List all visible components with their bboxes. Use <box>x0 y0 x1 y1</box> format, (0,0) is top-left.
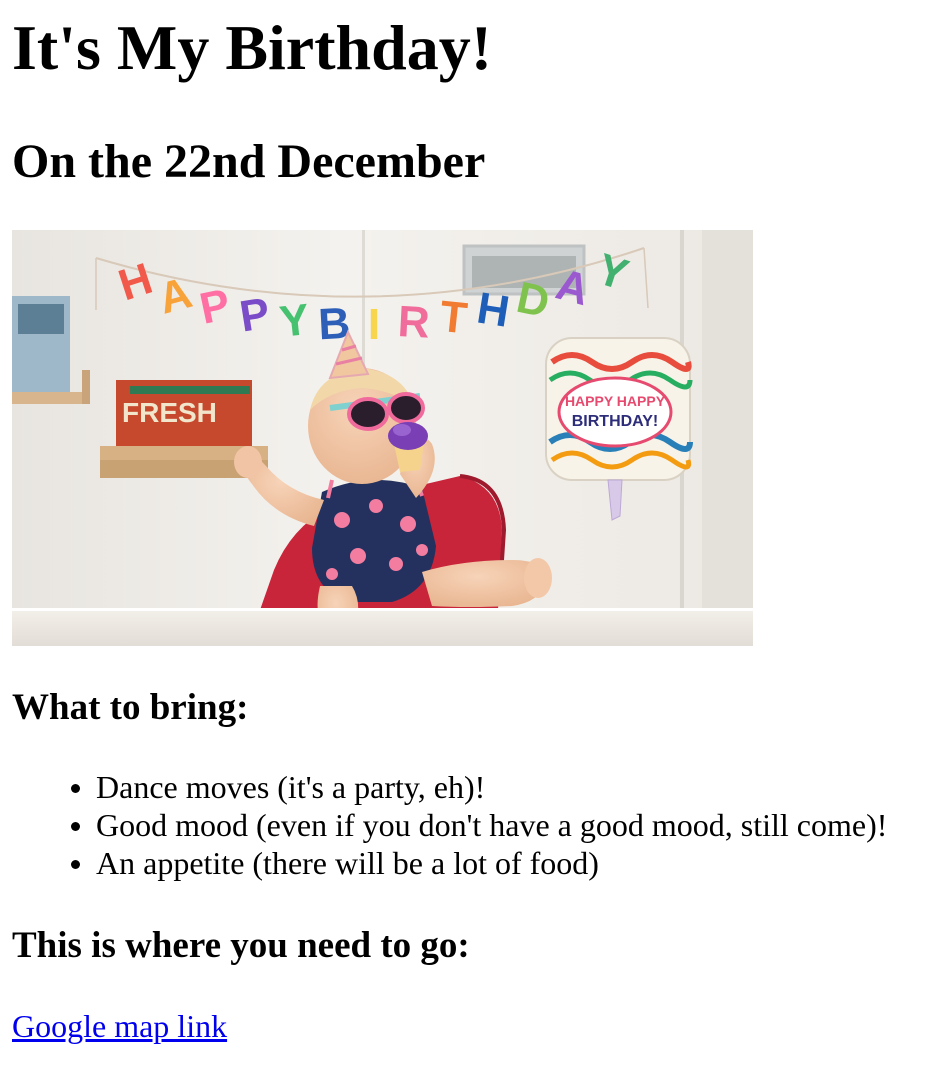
banner-letter: T <box>438 292 470 344</box>
balloon-text-line1: HAPPY HAPPY <box>565 393 666 409</box>
bring-heading: What to bring: <box>12 687 249 728</box>
birthday-page: It's My Birthday! On the 22nd December H… <box>0 0 938 1083</box>
banner-letter: Y <box>277 295 311 347</box>
bring-list: Dance moves (it's a party, eh)! Good moo… <box>12 768 887 882</box>
google-map-link[interactable]: Google map link <box>12 1006 227 1046</box>
balloon-text-line2: BIRTHDAY! <box>572 413 659 430</box>
list-item: An appetite (there will be a lot of food… <box>70 844 887 882</box>
page-subtitle: On the 22nd December <box>12 135 486 188</box>
birthday-photo-illustration: HAP P Y B I R T H DAY FRESH HAPPY HAPPY BIRTH <box>12 230 753 646</box>
list-item: Dance moves (it's a party, eh)! <box>70 768 887 806</box>
banner-letter: R <box>397 297 431 348</box>
directions-heading: This is where you need to go: <box>12 925 470 966</box>
list-item: Good mood (even if you don't have a good… <box>70 807 888 843</box>
birthday-photo: HAPPYBIRTHDAY FRESH HAPPY HAPPY BIRTHDAY… <box>12 230 753 646</box>
banner-letter: I <box>368 300 380 349</box>
fresh-sign-text: FRESH <box>122 397 217 428</box>
page-title: It's My Birthday! <box>12 12 492 83</box>
